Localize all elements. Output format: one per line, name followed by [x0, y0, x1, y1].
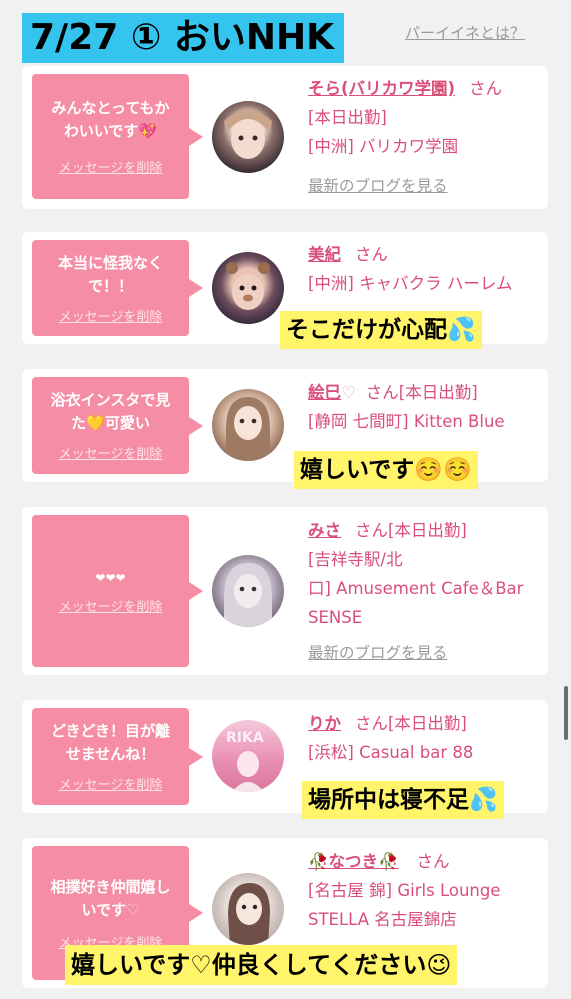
latest-blog-link[interactable]: 最新のブログを見る — [308, 644, 448, 662]
shop-name-line1: [吉祥寺駅/北 — [308, 550, 403, 569]
avatar[interactable]: RIKA — [212, 720, 284, 792]
annotation-caption: 嬉しいです☺️☺️ — [294, 451, 478, 489]
message-bubble: 本当に怪我なく で！！ メッセージを削除 — [32, 240, 203, 336]
avatar-image: RIKA — [226, 730, 264, 792]
cast-name-link[interactable]: そら(バリカワ学園) — [308, 79, 455, 98]
date-banner: 7/27 ① おいNHK — [22, 13, 344, 63]
cast-name-link[interactable]: 美紀 — [308, 245, 341, 264]
shop-name-line1: [名古屋 錦] Girls Lounge — [308, 881, 501, 900]
annotation-caption: 嬉しいです♡仲良くしてください😉 — [65, 945, 458, 985]
avatar[interactable] — [212, 101, 284, 173]
message-text: 相撲好き仲間嬉し いです♡ — [38, 876, 182, 922]
shop-name-line3: SENSE — [308, 608, 363, 627]
message-card: みんなとってもか わいいです💖 メッセージを削除 そら(バリカワ学園) さん [本… — [22, 66, 548, 209]
shop-name-line2: 口] Amusement Cafe＆Bar — [308, 579, 524, 598]
message-bubble: みんなとってもか わいいです💖 メッセージを削除 — [32, 74, 203, 199]
attendance-status: [本日出勤] — [388, 714, 467, 733]
message-bubble: どきどき！目が離 せませんね！ メッセージを削除 — [32, 708, 203, 805]
avatar[interactable] — [212, 555, 284, 627]
cast-info: 🥀なつき🥀 さん [名古屋 錦] Girls Lounge STELLA 名古屋錦… — [308, 847, 543, 934]
attendance-status: [本日出勤] — [398, 383, 478, 402]
shop-name: [静岡 七間町] Kitten Blue — [308, 412, 505, 431]
delete-message-link[interactable]: メッセージを削除 — [59, 306, 163, 325]
attendance-status: [本日出勤] — [388, 521, 467, 540]
annotation-caption: そこだけが心配💦 — [280, 311, 482, 349]
honorific: さん — [469, 79, 503, 98]
avatar-image — [226, 262, 270, 310]
shop-name: [浜松] Casual bar 88 — [308, 743, 474, 762]
cast-info: みさ さん[本日出勤] [吉祥寺駅/北 口] Amusement Cafe＆Bar… — [308, 516, 543, 668]
cast-info: そら(バリカワ学園) さん [本日出勤] [中洲] バリカワ学園 最新のブログを見… — [308, 74, 543, 201]
cast-info: 絵巳♡ さん[本日出勤] [静岡 七間町] Kitten Blue — [308, 378, 543, 436]
honorific: さん — [355, 245, 388, 264]
message-text: 浴衣インスタで見 た💛可愛い — [50, 391, 171, 432]
svg-text:RIKA: RIKA — [226, 730, 264, 746]
message-heart: ♡ — [126, 900, 140, 919]
shop-name-line2: STELLA 名古屋錦店 — [308, 910, 457, 929]
honorific: さん — [355, 714, 388, 733]
avatar-image — [228, 883, 270, 945]
message-card: ❤❤❤ メッセージを削除 みさ さん[本日出勤] [吉祥寺駅/北 口] Amuse… — [22, 507, 548, 675]
cast-name-link[interactable]: 絵巳 — [308, 383, 341, 402]
message-text: ❤❤❤ — [95, 571, 126, 585]
message-text: 本当に怪我なく で！！ — [57, 253, 163, 295]
cast-info: 美紀 さん [中洲] キャバクラ ハーレム — [308, 240, 543, 298]
message-bubble: 浴衣インスタで見 た💛可愛い メッセージを削除 — [32, 377, 203, 474]
cast-name-link[interactable]: 🥀なつき🥀 — [308, 852, 399, 871]
what-is-iine-link[interactable]: パーイイネとは？ — [405, 22, 525, 43]
cast-name-link[interactable]: みさ — [308, 521, 341, 540]
delete-message-link[interactable]: メッセージを削除 — [59, 443, 163, 462]
message-text: みんなとってもか わいいです💖 — [51, 99, 170, 140]
delete-message-link[interactable]: メッセージを削除 — [59, 774, 163, 793]
shop-name: [中洲] バリカワ学園 — [308, 137, 459, 156]
delete-message-link[interactable]: メッセージを削除 — [59, 596, 163, 615]
name-heart: ♡ — [341, 383, 356, 402]
honorific: さん — [355, 521, 388, 540]
avatar[interactable] — [212, 252, 284, 324]
cast-info: りか さん[本日出勤] [浜松] Casual bar 88 — [308, 709, 543, 767]
message-bubble: ❤❤❤ メッセージを削除 — [32, 515, 203, 667]
latest-blog-link[interactable]: 最新のブログを見る — [308, 177, 448, 195]
shop-name: [中洲] キャバクラ ハーレム — [308, 274, 513, 293]
message-text-main: 相撲好き仲間嬉し いです — [50, 877, 171, 919]
avatar[interactable] — [212, 389, 284, 461]
avatar[interactable] — [212, 873, 284, 945]
delete-message-link[interactable]: メッセージを削除 — [59, 157, 163, 176]
attendance-status: [本日出勤] — [308, 108, 387, 127]
annotation-caption: 場所中は寝不足💦 — [302, 781, 504, 819]
cast-name-link[interactable]: りか — [308, 714, 341, 733]
honorific: さん — [365, 383, 399, 402]
avatar-image — [224, 563, 272, 627]
honorific: さん — [416, 852, 450, 871]
avatar-image — [224, 110, 272, 159]
avatar-image — [226, 397, 270, 461]
scrollbar[interactable] — [564, 686, 568, 740]
message-text: どきどき！目が離 せませんね！ — [50, 722, 171, 763]
